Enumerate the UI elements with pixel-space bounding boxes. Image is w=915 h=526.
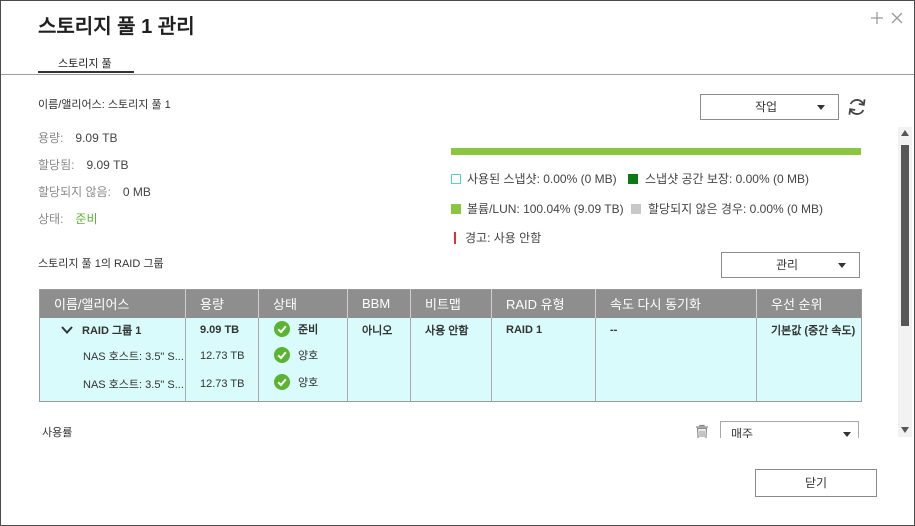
status-label: 상태: bbox=[38, 212, 64, 226]
close-icon[interactable] bbox=[890, 11, 904, 25]
cell-bitmap: 사용 안함 bbox=[410, 317, 492, 343]
check-circle-icon bbox=[274, 374, 290, 390]
legend-volume-lun: 볼륨/LUN: 100.04% (9.09 TB) bbox=[467, 202, 624, 216]
table-row-disk[interactable]: NAS 호스트: 3.5" S... 12.73 TB 양호 bbox=[39, 369, 862, 398]
utilization-period-select[interactable]: 매주 bbox=[720, 421, 859, 438]
period-select-value: 매주 bbox=[731, 427, 754, 438]
cell-capacity: 12.73 TB bbox=[185, 342, 259, 370]
cell-capacity: 9.09 TB bbox=[185, 317, 259, 343]
action-dropdown-button[interactable]: 작업 bbox=[700, 94, 839, 120]
legend-swatch-unallocated bbox=[631, 204, 641, 214]
cell-raid-type bbox=[491, 342, 596, 370]
unallocated-value: 0 MB bbox=[122, 185, 151, 199]
usage-bar bbox=[451, 148, 861, 155]
legend-used-snapshot: 사용된 스냅샷: 0.00% (0 MB) bbox=[467, 172, 617, 186]
cell-status: 양호 bbox=[258, 342, 348, 370]
pool-name-value: 스토리지 풀 1 bbox=[107, 99, 171, 111]
check-circle-icon bbox=[274, 320, 290, 337]
capacity-row: 용량: 9.09 TB bbox=[38, 130, 117, 146]
tab-storage-pool[interactable]: 스토리지 풀 bbox=[58, 57, 112, 71]
active-tab-indicator bbox=[38, 71, 134, 73]
raid-group-name: RAID 그룹 1 bbox=[82, 325, 142, 337]
cell-priority bbox=[757, 343, 862, 370]
column-header-resync-speed: 속도 다시 동기화 bbox=[595, 289, 757, 318]
unallocated-label: 할당되지 않음: bbox=[38, 185, 111, 199]
cell-bitmap bbox=[410, 369, 492, 398]
legend-swatch-snapshot-reserve bbox=[628, 174, 638, 184]
status-text: 준비 bbox=[298, 323, 319, 336]
column-header-status: 상태 bbox=[258, 289, 348, 318]
raid-section-heading: 스토리지 풀 1의 RAID 그룹 bbox=[38, 258, 164, 270]
cell-status: 양호 bbox=[258, 369, 348, 398]
column-header-priority: 우선 순위 bbox=[771, 297, 823, 313]
dialog-content: 이름/앨리어스: 스토리지 풀 1 작업 용량: 9.09 TB 할당됨: 9.09… bbox=[1, 76, 897, 438]
check-circle-icon bbox=[274, 346, 290, 363]
legend-swatch-used-snapshot bbox=[451, 174, 461, 184]
cell-bitmap bbox=[410, 342, 492, 370]
cell-name: NAS 호스트: 3.5" S... bbox=[39, 342, 186, 370]
allocated-label: 할당됨: bbox=[38, 158, 75, 172]
scroll-down-icon[interactable] bbox=[901, 427, 909, 433]
dialog-title: 스토리지 풀 1 관리 bbox=[38, 16, 195, 38]
legend-swatch-volume-lun bbox=[451, 204, 461, 214]
cell-priority: 기본값 (중간 속도) bbox=[771, 325, 856, 337]
cell-raid-type: RAID 1 bbox=[491, 317, 596, 343]
column-header-name: 이름/앨리어스 bbox=[39, 289, 186, 318]
cell-status: 준비 bbox=[258, 317, 348, 343]
cell-capacity: 12.73 TB bbox=[185, 369, 259, 398]
caret-down-icon bbox=[838, 263, 846, 268]
caret-down-icon bbox=[843, 432, 851, 437]
status-text: 양호 bbox=[298, 377, 319, 389]
scroll-up-icon[interactable] bbox=[901, 130, 909, 136]
cell-resync-speed: -- bbox=[595, 317, 757, 343]
cell-priority bbox=[757, 370, 862, 398]
cell-bbm bbox=[347, 369, 411, 398]
capacity-label: 용량: bbox=[38, 131, 64, 145]
cell-resync-speed bbox=[595, 369, 757, 398]
table-row-disk[interactable]: NAS 호스트: 3.5" S... 12.73 TB 양호 bbox=[39, 342, 862, 370]
close-button[interactable]: 닫기 bbox=[755, 469, 877, 497]
refresh-icon[interactable] bbox=[846, 96, 868, 118]
status-row: 상태: 준비 bbox=[38, 211, 98, 227]
allocated-row: 할당됨: 9.09 TB bbox=[38, 157, 129, 173]
cell-bbm bbox=[347, 342, 411, 370]
raid-group-table: 이름/앨리어스 용량 상태 BBM 비트맵 RAID 유형 속도 다시 동기화 … bbox=[39, 289, 862, 402]
column-header-bitmap: 비트맵 bbox=[410, 289, 492, 318]
status-value: 준비 bbox=[75, 212, 98, 226]
manage-button-label: 관리 bbox=[775, 258, 799, 272]
utilization-label: 사용률 bbox=[42, 427, 73, 438]
allocated-value: 9.09 TB bbox=[86, 158, 129, 172]
cell-name: NAS 호스트: 3.5" S... bbox=[39, 369, 186, 398]
unallocated-row: 할당되지 않음: 0 MB bbox=[38, 184, 151, 200]
scrollbar-thumb[interactable] bbox=[901, 145, 909, 326]
column-header-raid-type: RAID 유형 bbox=[491, 289, 596, 318]
column-header-bbm: BBM bbox=[347, 289, 411, 318]
table-header-row: 이름/앨리어스 용량 상태 BBM 비트맵 RAID 유형 속도 다시 동기화 … bbox=[39, 289, 862, 318]
storage-pool-dialog: 스토리지 풀 1 관리 스토리지 풀 이름/앨리어스: 스토리지 풀 1 작업 … bbox=[0, 0, 915, 526]
cell-bbm: 아니오 bbox=[347, 317, 411, 343]
chevron-down-icon[interactable] bbox=[61, 326, 73, 334]
manage-dropdown-button[interactable]: 관리 bbox=[721, 252, 860, 278]
table-spacer-row bbox=[39, 397, 862, 402]
cell-resync-speed bbox=[595, 342, 757, 370]
vertical-scrollbar[interactable] bbox=[898, 127, 912, 437]
legend-warning-marker bbox=[454, 232, 456, 244]
legend-warning: 경고: 사용 안함 bbox=[465, 231, 542, 245]
tab-bar-divider bbox=[1, 74, 914, 75]
capacity-value: 9.09 TB bbox=[75, 131, 118, 145]
caret-down-icon bbox=[817, 105, 825, 110]
plus-icon[interactable] bbox=[870, 11, 884, 25]
action-button-label: 작업 bbox=[754, 100, 778, 114]
table-row-raid-group[interactable]: RAID 그룹 1 9.09 TB 준비 아니오 사용 안함 RAID 1 -- bbox=[39, 317, 862, 343]
pool-name-label: 이름/앨리어스: bbox=[38, 99, 105, 111]
cell-name: RAID 그룹 1 bbox=[39, 317, 186, 343]
trash-icon[interactable] bbox=[695, 424, 709, 438]
cell-raid-type bbox=[491, 369, 596, 398]
pool-name-line: 이름/앨리어스: 스토리지 풀 1 bbox=[38, 98, 171, 112]
column-header-capacity: 용량 bbox=[185, 289, 259, 318]
legend-unallocated: 할당되지 않은 경우: 0.00% (0 MB) bbox=[648, 202, 824, 216]
usage-bar-fill bbox=[451, 148, 861, 155]
status-text: 양호 bbox=[298, 349, 319, 362]
legend-snapshot-reserve: 스냅샷 공간 보장: 0.00% (0 MB) bbox=[645, 172, 809, 186]
